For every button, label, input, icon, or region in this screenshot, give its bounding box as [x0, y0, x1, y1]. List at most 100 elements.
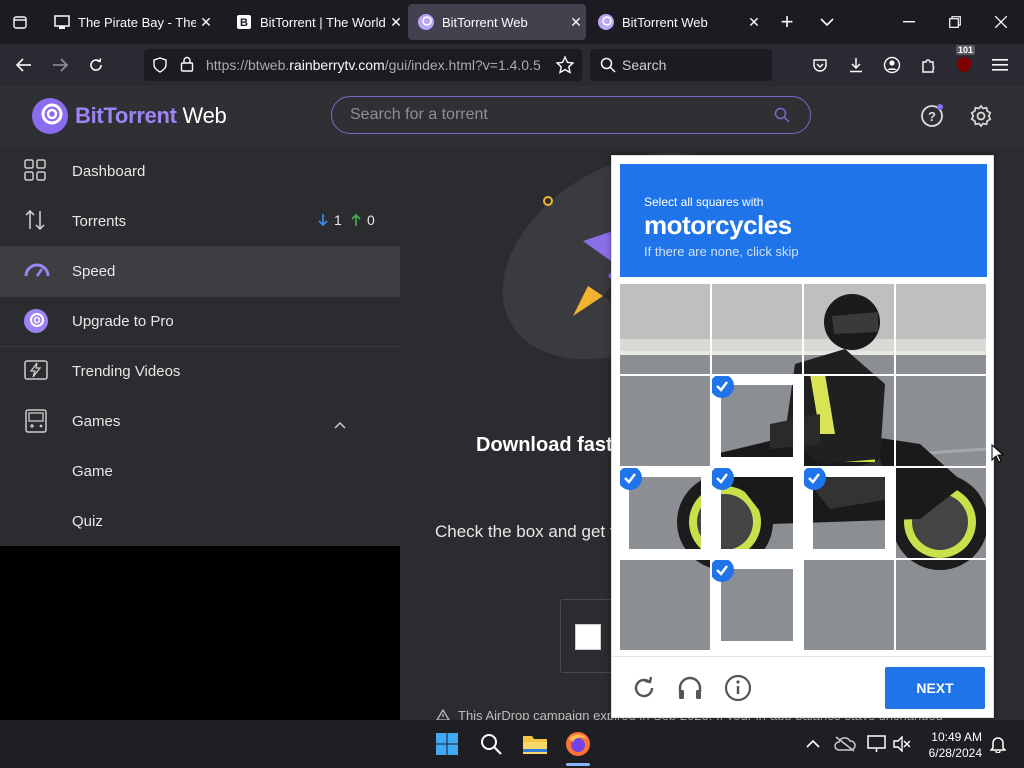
dashboard-grid-icon: [24, 159, 48, 183]
sidebar-item-label: Speed: [72, 262, 116, 280]
url-bar[interactable]: https://btweb.rainberrytv.com/gui/index.…: [144, 49, 582, 81]
captcha-tile[interactable]: [712, 468, 802, 558]
sidebar-item-label: Trending Videos: [72, 362, 181, 380]
tab-title: BitTorrent Web: [442, 14, 528, 30]
sidebar-item-label: Games: [72, 412, 121, 430]
info-icon[interactable]: [724, 674, 752, 702]
volume-muted-icon[interactable]: [886, 728, 918, 760]
captcha-tile[interactable]: [804, 468, 894, 558]
piratebay-favicon-icon: [54, 14, 70, 30]
sidebar-subitem-quiz[interactable]: Quiz: [0, 496, 400, 546]
sidebar-subitem-game[interactable]: Game: [0, 446, 400, 496]
close-tab-icon[interactable]: ✕: [744, 14, 764, 31]
sidebar-item-upgrade[interactable]: Upgrade to Pro: [0, 296, 400, 346]
list-all-tabs-chevron-icon[interactable]: [804, 0, 850, 44]
extensions-puzzle-icon[interactable]: [916, 53, 940, 77]
svg-text:?: ?: [928, 109, 936, 124]
captcha-image-grid: [620, 284, 986, 650]
browser-search-bar[interactable]: Search: [590, 49, 772, 81]
next-button[interactable]: NEXT: [885, 667, 985, 709]
logo-suffix-text: Web: [176, 103, 227, 128]
browser-search-placeholder: Search: [622, 57, 667, 73]
taskbar-clock[interactable]: 10:49 AM 6/28/2024: [916, 729, 982, 761]
captcha-checkbox[interactable]: [575, 624, 601, 650]
btweb-favicon-icon: [418, 14, 434, 30]
ublock-extension-icon[interactable]: 101: [952, 45, 976, 77]
captcha-tile[interactable]: [712, 284, 802, 374]
firefox-icon[interactable]: [562, 728, 594, 766]
tab-title: BitTorrent | The World's #1 Torrent Clie…: [260, 14, 386, 30]
captcha-tile[interactable]: [896, 560, 986, 650]
sidebar-item-dashboard[interactable]: Dashboard: [0, 146, 400, 196]
captcha-tile[interactable]: [804, 376, 894, 466]
captcha-tile[interactable]: [896, 468, 986, 558]
bittorrent-logo-icon[interactable]: [32, 98, 68, 139]
lock-icon[interactable]: [180, 56, 194, 77]
captcha-tile[interactable]: [804, 560, 894, 650]
sidebar-item-games[interactable]: Games: [0, 396, 400, 446]
audio-headphones-icon[interactable]: [676, 674, 704, 702]
taskbar-search-icon[interactable]: [475, 728, 507, 760]
captcha-tile[interactable]: [804, 284, 894, 374]
captcha-tile[interactable]: [620, 376, 710, 466]
app-logo-text[interactable]: BitTorrent Web: [75, 103, 227, 129]
captcha-tile[interactable]: [712, 560, 802, 650]
cloud-offline-icon[interactable]: [829, 728, 861, 760]
extension-badge: 101: [956, 45, 976, 55]
upload-count: 0: [367, 212, 375, 228]
upload-arrow-icon: [351, 213, 361, 231]
sidebar-item-label: Quiz: [72, 512, 103, 530]
restore-window-icon[interactable]: [932, 0, 978, 44]
bittorrent-pro-icon: [24, 309, 48, 333]
tracking-shield-icon[interactable]: [152, 57, 168, 78]
bookmark-star-icon[interactable]: [555, 55, 575, 79]
forward-arrow-icon[interactable]: [48, 53, 72, 77]
url-domain: rainberrytv.com: [289, 57, 385, 73]
pocket-icon[interactable]: [808, 53, 832, 77]
captcha-tile[interactable]: [620, 560, 710, 650]
close-tab-icon[interactable]: ✕: [386, 14, 406, 31]
captcha-header: Select all squares with motorcycles If t…: [620, 164, 987, 277]
captcha-tile[interactable]: [896, 376, 986, 466]
refresh-icon[interactable]: [630, 674, 658, 702]
reload-icon[interactable]: [84, 53, 108, 77]
close-tab-icon[interactable]: ✕: [566, 14, 586, 31]
close-tab-icon[interactable]: ✕: [196, 14, 216, 31]
captcha-tile[interactable]: [620, 468, 710, 558]
tab-title: BitTorrent Web: [622, 14, 708, 30]
help-question-icon[interactable]: ?: [920, 104, 944, 133]
browser-tab-bittorrent[interactable]: B BitTorrent | The World's #1 Torrent Cl…: [226, 4, 406, 40]
captcha-tile[interactable]: [620, 284, 710, 374]
tab-title: The Pirate Bay - The galaxy's most resil…: [78, 14, 196, 30]
minimize-window-icon[interactable]: [886, 0, 932, 44]
windows-start-icon[interactable]: [431, 728, 463, 760]
torrent-search-input[interactable]: Search for a torrent: [331, 96, 811, 134]
settings-gear-icon[interactable]: [969, 104, 993, 133]
sidebar-item-trending-videos[interactable]: Trending Videos: [0, 346, 400, 396]
tab-overview-icon[interactable]: [0, 0, 40, 44]
notification-bell-icon[interactable]: [982, 728, 1014, 760]
url-text: https://btweb.rainberrytv.com/gui/index.…: [206, 57, 546, 73]
captcha-footer: NEXT: [612, 656, 993, 718]
captcha-tile[interactable]: [896, 284, 986, 374]
show-hidden-icons-chevron-icon[interactable]: [797, 728, 829, 760]
account-icon[interactable]: [880, 53, 904, 77]
gameboy-icon: [24, 409, 48, 433]
chevron-up-icon[interactable]: [334, 416, 346, 433]
browser-nav-bar: https://btweb.rainberrytv.com/gui/index.…: [0, 44, 1024, 86]
clock-time: 10:49 AM: [931, 730, 982, 744]
clock-date: 6/28/2024: [928, 746, 982, 760]
downloads-icon[interactable]: [844, 53, 868, 77]
captcha-tile[interactable]: [712, 376, 802, 466]
hamburger-menu-icon[interactable]: [988, 53, 1012, 77]
file-explorer-icon[interactable]: [519, 728, 551, 760]
browser-tab-btweb-active[interactable]: BitTorrent Web ✕: [408, 4, 586, 40]
close-window-icon[interactable]: [978, 0, 1024, 44]
sidebar-item-torrents[interactable]: Torrents 1 0: [0, 196, 400, 246]
sidebar-item-speed[interactable]: Speed: [0, 246, 400, 296]
back-arrow-icon[interactable]: [12, 53, 36, 77]
windows-taskbar: 10:49 AM 6/28/2024: [0, 720, 1024, 768]
browser-tab-piratebay[interactable]: The Pirate Bay - The galaxy's most resil…: [44, 4, 216, 40]
search-icon[interactable]: [774, 107, 790, 128]
browser-tab-btweb[interactable]: BitTorrent Web ✕: [588, 4, 764, 40]
